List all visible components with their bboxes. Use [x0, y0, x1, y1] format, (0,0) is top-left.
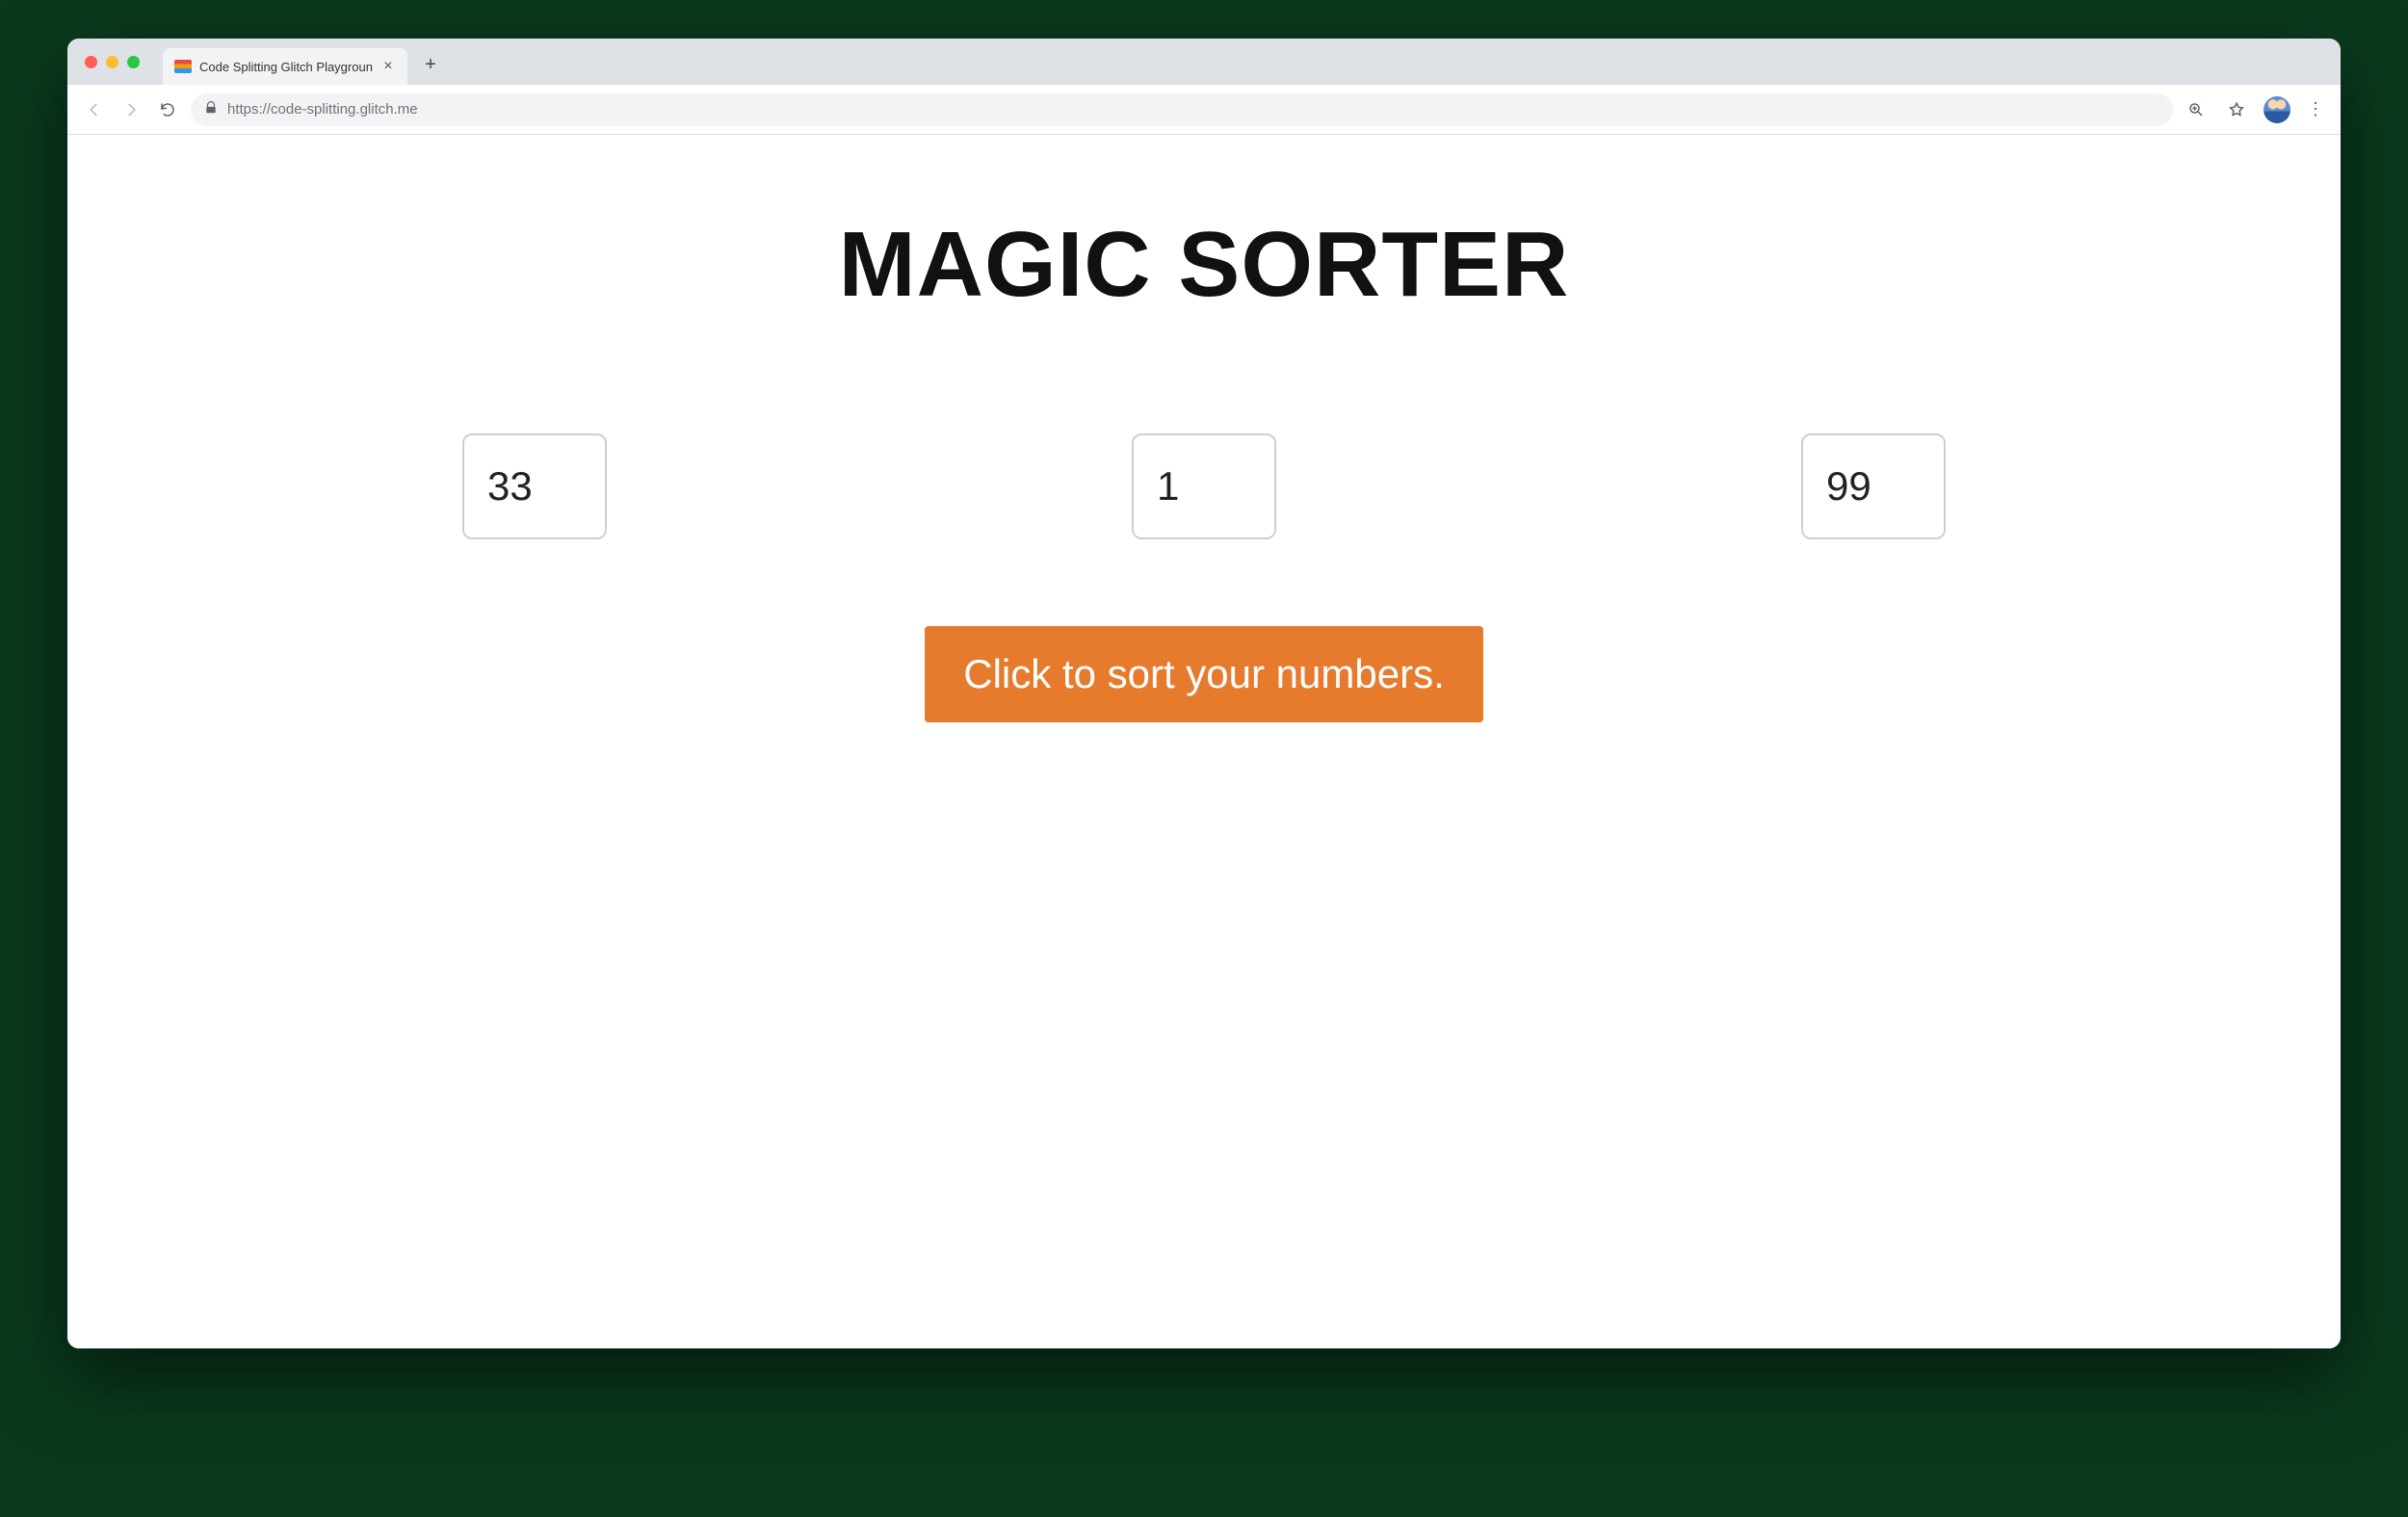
- page-title: MAGIC SORTER: [106, 212, 2302, 318]
- forward-button[interactable]: [118, 96, 144, 123]
- lock-icon: [204, 101, 218, 118]
- tab-title: Code Splitting Glitch Playgroun: [199, 60, 373, 74]
- window-minimize-icon[interactable]: [106, 56, 118, 68]
- zoom-icon[interactable]: [2183, 96, 2210, 123]
- number-input-3[interactable]: [1801, 433, 1946, 539]
- close-tab-icon[interactable]: ×: [380, 59, 396, 74]
- page-content: MAGIC SORTER Click to sort your numbers.: [67, 135, 2341, 1348]
- window-close-icon[interactable]: [85, 56, 97, 68]
- reload-button[interactable]: [154, 96, 181, 123]
- favicon-icon: [174, 60, 192, 73]
- window-maximize-icon[interactable]: [127, 56, 140, 68]
- inputs-row: [289, 433, 2119, 539]
- url-text: https://code-splitting.glitch.me: [227, 101, 418, 118]
- browser-window: Code Splitting Glitch Playgroun × + http…: [67, 39, 2341, 1348]
- toolbar: https://code-splitting.glitch.me ⋮: [67, 85, 2341, 135]
- number-input-1[interactable]: [462, 433, 607, 539]
- toolbar-right: ⋮: [2183, 96, 2327, 123]
- address-bar[interactable]: https://code-splitting.glitch.me: [191, 93, 2173, 126]
- browser-tab[interactable]: Code Splitting Glitch Playgroun ×: [163, 48, 407, 85]
- bookmark-star-icon[interactable]: [2223, 96, 2250, 123]
- tab-bar: Code Splitting Glitch Playgroun × +: [67, 39, 2341, 85]
- profile-avatar[interactable]: [2264, 96, 2290, 123]
- more-menu-icon[interactable]: ⋮: [2304, 99, 2327, 119]
- number-input-2[interactable]: [1132, 433, 1276, 539]
- traffic-lights: [85, 56, 153, 68]
- sort-button[interactable]: Click to sort your numbers.: [925, 626, 1483, 722]
- new-tab-button[interactable]: +: [417, 54, 444, 76]
- back-button[interactable]: [81, 96, 108, 123]
